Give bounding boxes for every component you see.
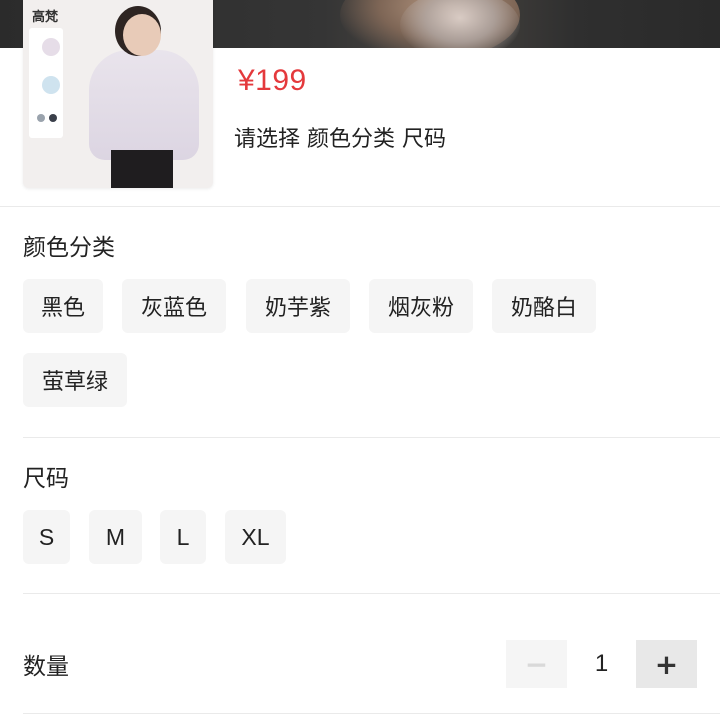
color-option-cheese-white[interactable]: 奶酪白 — [492, 279, 596, 333]
size-option-xl[interactable]: XL — [225, 510, 286, 564]
color-option-black[interactable]: 黑色 — [23, 279, 103, 333]
divider — [0, 206, 720, 207]
quantity-value[interactable]: 1 — [567, 640, 636, 688]
color-option-firefly-green[interactable]: 萤草绿 — [23, 353, 127, 407]
product-thumbnail[interactable]: 高梵 — [23, 0, 213, 188]
color-option-grey-blue[interactable]: 灰蓝色 — [122, 279, 226, 333]
size-option-s[interactable]: S — [23, 510, 70, 564]
quantity-label: 数量 — [23, 654, 69, 680]
quantity-increase-button[interactable]: + — [636, 640, 697, 688]
divider — [23, 593, 720, 594]
thumbnail-feature-strip — [29, 28, 63, 138]
color-option-smoke-pink[interactable]: 烟灰粉 — [369, 279, 473, 333]
product-price: ¥199 — [238, 64, 307, 97]
size-section-title: 尺码 — [23, 466, 69, 492]
selection-hint: 请选择 颜色分类 尺码 — [234, 127, 446, 152]
divider — [23, 437, 720, 438]
plus-icon: + — [654, 647, 679, 681]
color-option-taro-purple[interactable]: 奶芋紫 — [246, 279, 350, 333]
thumbnail-brand-logo: 高梵 — [32, 10, 59, 25]
divider — [23, 713, 720, 714]
color-section-title: 颜色分类 — [23, 235, 115, 261]
quantity-decrease-button[interactable]: − — [506, 640, 567, 688]
size-option-m[interactable]: M — [89, 510, 142, 564]
size-option-l[interactable]: L — [160, 510, 206, 564]
minus-icon: − — [524, 647, 549, 681]
